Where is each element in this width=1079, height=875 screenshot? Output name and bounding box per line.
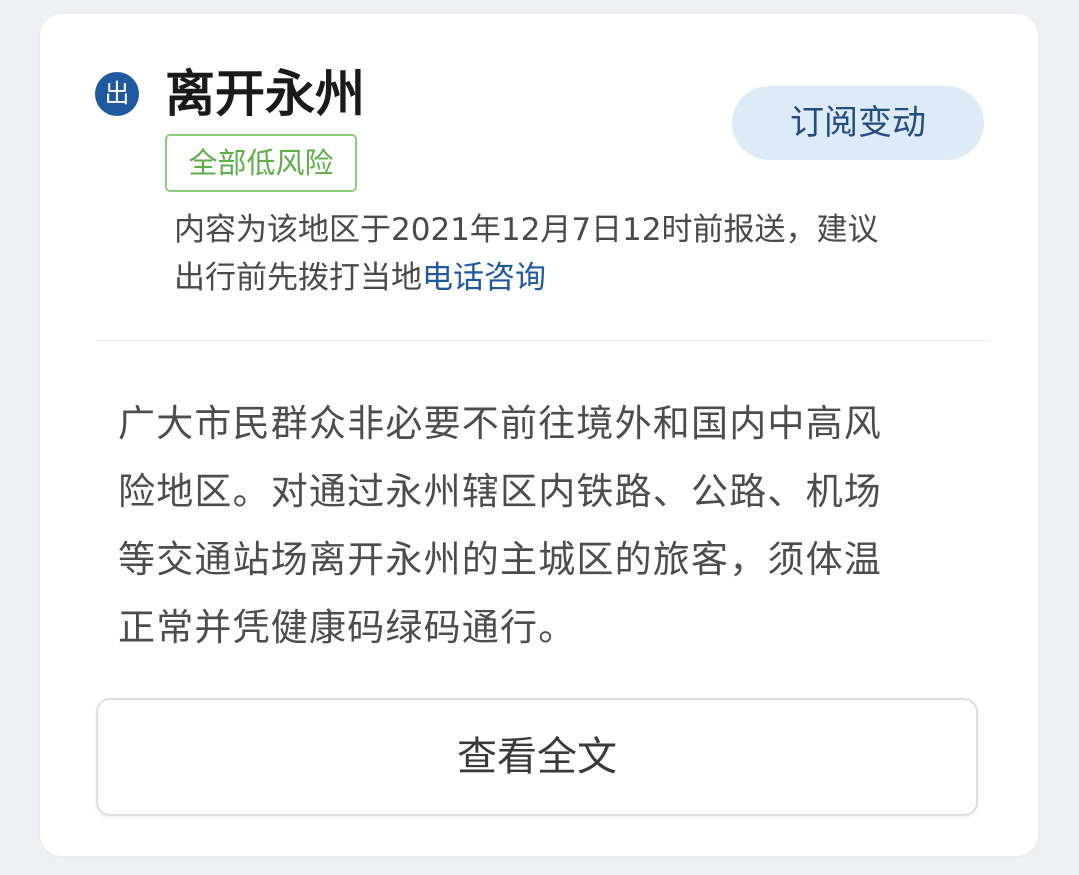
policy-text: 广大市民群众非必要不前往境外和国内中高风 险地区。对通过永州辖区内铁路、公路、机…	[118, 390, 978, 662]
notice-line-1: 内容为该地区于2021年12月7日12时前报送，建议	[174, 212, 879, 248]
policy-line: 正常并凭健康码绿码通行。	[118, 606, 577, 649]
notice-line-2: 出行前先拨打当地电话咨询	[174, 254, 974, 302]
policy-line: 广大市民群众非必要不前往境外和国内中高风	[118, 402, 882, 445]
departure-badge-icon: 出	[95, 72, 139, 116]
notice-line-2-text: 出行前先拨打当地	[174, 260, 422, 296]
section-divider	[96, 340, 990, 341]
view-full-text-button[interactable]: 查看全文	[96, 698, 978, 816]
policy-line: 等交通站场离开永州的主城区的旅客，须体温	[118, 538, 882, 581]
policy-line: 险地区。对通过永州辖区内铁路、公路、机场	[118, 470, 882, 513]
report-notice: 内容为该地区于2021年12月7日12时前报送，建议 出行前先拨打当地电话咨询	[174, 206, 974, 302]
phone-consult-link[interactable]: 电话咨询	[422, 260, 546, 296]
subscribe-changes-button[interactable]: 订阅变动	[732, 86, 984, 160]
risk-level-badge: 全部低风险	[165, 134, 357, 192]
page-title: 离开永州	[165, 65, 365, 123]
